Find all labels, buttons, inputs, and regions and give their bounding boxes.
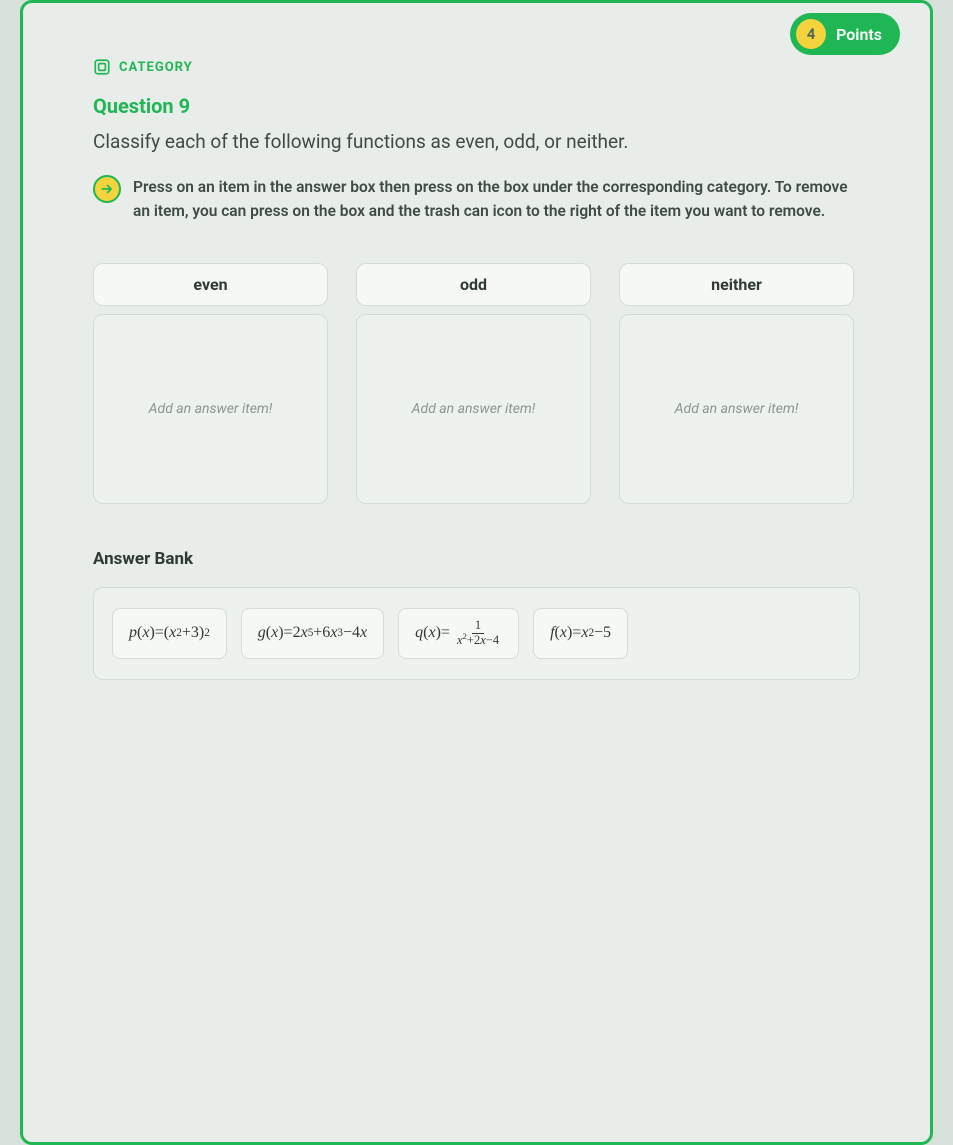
category-row: CATEGORY <box>93 58 860 76</box>
drop-zones: even Add an answer item! odd Add an answ… <box>93 263 860 504</box>
category-label: CATEGORY <box>119 60 193 75</box>
category-icon <box>93 58 111 76</box>
zone-even-box[interactable]: Add an answer item! <box>93 314 328 504</box>
fraction-numerator: 1 <box>472 619 484 634</box>
question-prompt: Classify each of the following functions… <box>93 130 860 153</box>
zone-odd: odd Add an answer item! <box>356 263 591 504</box>
zone-even-header: even <box>93 263 328 306</box>
hint-text: Press on an item in the answer box then … <box>133 175 850 223</box>
bank-item-p[interactable]: p(x)=(x2+3)2 <box>112 608 227 659</box>
bank-item-f[interactable]: f(x)=x2−5 <box>533 608 628 659</box>
zone-odd-box[interactable]: Add an answer item! <box>356 314 591 504</box>
bank-item-g[interactable]: g(x)=2x5+6x3−4x <box>241 608 384 659</box>
content-area: CATEGORY Question 9 Classify each of the… <box>23 3 930 680</box>
bank-item-q[interactable]: q(x)= 1 x2+2x−4 <box>398 608 519 659</box>
arrow-right-icon <box>93 175 121 203</box>
points-value: 4 <box>796 19 826 49</box>
zone-even: even Add an answer item! <box>93 263 328 504</box>
zone-neither-box[interactable]: Add an answer item! <box>619 314 854 504</box>
question-title: Question 9 <box>93 94 860 118</box>
points-badge: 4 Points <box>790 13 900 55</box>
points-label: Points <box>836 25 882 44</box>
answer-bank-title: Answer Bank <box>93 549 860 569</box>
zone-odd-header: odd <box>356 263 591 306</box>
question-card: 4 Points CATEGORY Question 9 Classify ea… <box>20 0 933 1145</box>
hint-row: Press on an item in the answer box then … <box>93 175 860 223</box>
zone-neither-header: neither <box>619 263 854 306</box>
fraction-denominator: x2+2x−4 <box>454 634 502 648</box>
answer-bank: p(x)=(x2+3)2 g(x)=2x5+6x3−4x q(x)= 1 x2+… <box>93 587 860 680</box>
zone-neither: neither Add an answer item! <box>619 263 854 504</box>
